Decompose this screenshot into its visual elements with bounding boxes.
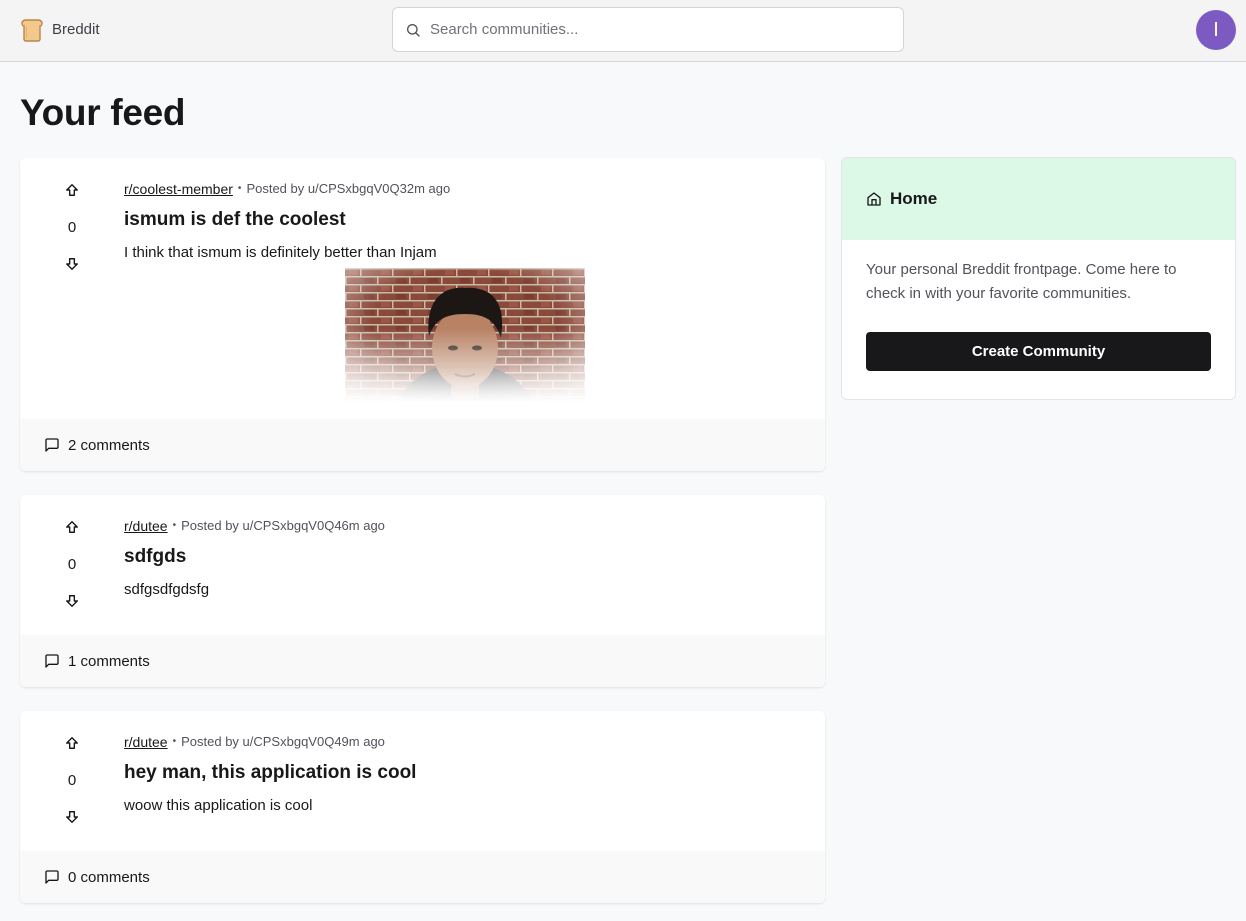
- post-image: [344, 268, 585, 402]
- comments-link[interactable]: 0 comments: [20, 851, 825, 903]
- comments-count: 1 comments: [68, 652, 150, 670]
- post-meta: r/dutee • Posted by u/CPSxbgqV0Q 49m ago: [124, 733, 805, 750]
- page-title: Your feed: [20, 92, 186, 133]
- post-content: r/coolest-member • Posted by u/CPSxbgqV0…: [124, 180, 805, 402]
- vote-count: 0: [67, 555, 77, 573]
- message-square-icon: [45, 438, 59, 452]
- comments-link[interactable]: 1 comments: [20, 635, 825, 687]
- post-meta: r/coolest-member • Posted by u/CPSxbgqV0…: [124, 180, 805, 197]
- upvote-button[interactable]: [52, 178, 92, 202]
- search-icon: [407, 23, 420, 37]
- vote-count: 0: [67, 771, 77, 789]
- vote-count: 0: [67, 218, 77, 236]
- home-icon: [867, 192, 881, 206]
- arrow-down-icon: [66, 258, 78, 270]
- post-title[interactable]: sdfgds: [124, 546, 805, 568]
- upvote-button[interactable]: [52, 515, 92, 539]
- post-content: r/dutee • Posted by u/CPSxbgqV0Q 46m ago …: [124, 517, 805, 599]
- comments-count: 0 comments: [68, 868, 150, 886]
- brand-name: Breddit: [52, 21, 100, 38]
- meta-separator: •: [172, 736, 177, 747]
- arrow-up-icon: [66, 521, 78, 533]
- comments-count: 2 comments: [68, 436, 150, 454]
- post-time: 46m ago: [334, 518, 385, 533]
- create-community-button[interactable]: Create Community: [866, 332, 1211, 371]
- user-avatar[interactable]: I: [1196, 10, 1236, 50]
- sidebar-title: Home: [890, 189, 938, 208]
- posted-by: Posted by u/CPSxbgqV0Q: [246, 181, 400, 196]
- comments-link[interactable]: 2 comments: [20, 419, 825, 471]
- search-input[interactable]: [430, 21, 870, 38]
- post-title[interactable]: hey man, this application is cool: [124, 762, 805, 784]
- avatar-initial: I: [1213, 18, 1219, 41]
- post-time: 49m ago: [334, 734, 385, 749]
- arrow-up-icon: [66, 737, 78, 749]
- vote-controls: 0: [52, 178, 92, 276]
- bread-logo-icon: [21, 19, 43, 42]
- arrow-down-icon: [66, 811, 78, 823]
- post-meta: r/dutee • Posted by u/CPSxbgqV0Q 46m ago: [124, 517, 805, 534]
- post-content: r/dutee • Posted by u/CPSxbgqV0Q 49m ago …: [124, 733, 805, 815]
- arrow-down-icon: [66, 595, 78, 607]
- message-square-icon: [45, 870, 59, 884]
- downvote-button[interactable]: [52, 805, 92, 829]
- post-card: 0 r/dutee • Posted by u/CPSxbgqV0Q 46m ag…: [20, 495, 825, 687]
- post-card: 0 r/dutee • Posted by u/CPSxbgqV0Q 49m ag…: [20, 711, 825, 903]
- meta-separator: •: [237, 183, 242, 194]
- post-text: I think that ismum is definitely better …: [124, 244, 437, 261]
- brand-link[interactable]: Breddit: [20, 17, 100, 42]
- sidebar-description: Your personal Breddit frontpage. Come he…: [866, 261, 1177, 302]
- post-text: sdfgsdfgdsfg: [124, 581, 210, 598]
- meta-separator: •: [172, 520, 177, 531]
- arrow-up-icon: [66, 184, 78, 196]
- posted-by: Posted by u/CPSxbgqV0Q: [181, 734, 335, 749]
- downvote-button[interactable]: [52, 589, 92, 613]
- post-time: 32m ago: [399, 181, 451, 196]
- subreddit-link[interactable]: r/dutee: [124, 734, 168, 750]
- navbar: Breddit I: [0, 0, 1246, 62]
- vote-controls: 0: [52, 515, 92, 613]
- post-title[interactable]: ismum is def the coolest: [124, 209, 805, 231]
- message-square-icon: [45, 654, 59, 668]
- posted-by: Posted by u/CPSxbgqV0Q: [181, 518, 335, 533]
- vote-controls: 0: [52, 731, 92, 829]
- post-text: woow this application is cool: [124, 797, 313, 814]
- upvote-button[interactable]: [52, 731, 92, 755]
- post-card: 0 r/coolest-member • Posted by u/CPSxbgq…: [20, 158, 825, 471]
- home-sidebar: Home Your personal Breddit frontpage. Co…: [841, 157, 1236, 400]
- subreddit-link[interactable]: r/dutee: [124, 518, 168, 534]
- search-box[interactable]: [392, 7, 904, 52]
- downvote-button[interactable]: [52, 252, 92, 276]
- sidebar-header: Home: [842, 158, 1235, 240]
- subreddit-link[interactable]: r/coolest-member: [124, 181, 233, 197]
